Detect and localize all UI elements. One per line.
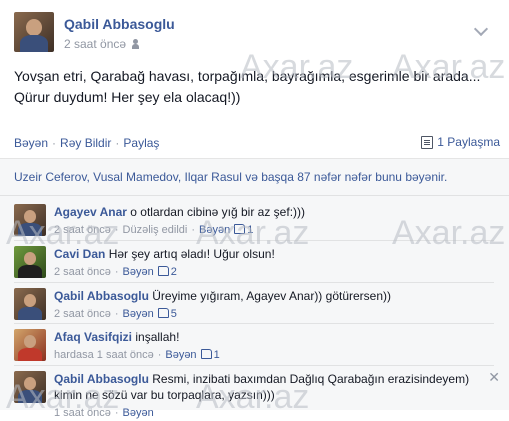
post-meta: 2 saat öncə <box>64 37 143 51</box>
commenter-avatar[interactable] <box>14 288 46 320</box>
post-text-line: Yovşan etri, Qarabağ havası, torpağımla,… <box>14 68 481 84</box>
comment-time[interactable]: hardasa 1 saat öncə <box>54 349 154 361</box>
divider <box>14 240 494 241</box>
comment-like-count[interactable]: 1 <box>214 349 220 361</box>
comment-time[interactable]: 2 saat öncə <box>54 308 111 320</box>
post-text-line: Qürur duydum! Her şey ela olacaq!)) <box>14 89 241 105</box>
chevron-down-icon[interactable] <box>473 21 489 37</box>
likes-summary: Uzeir Ceferov, Vusal Mamedov, Ilqar Rasu… <box>0 159 509 196</box>
post-text: Yovşan etri, Qarabağ havası, torpağımla,… <box>14 66 498 108</box>
comment-like-count[interactable]: 2 <box>171 266 177 278</box>
close-icon[interactable]: ✕ <box>488 369 500 386</box>
comment-time[interactable]: 2 saat öncə <box>54 224 111 236</box>
share-button[interactable]: Paylaş <box>123 136 159 150</box>
share-count-label: 1 Paylaşma <box>437 135 500 149</box>
edited-label[interactable]: Düzəliş edildi <box>123 224 188 236</box>
comment-button[interactable]: Rəy Bildir <box>60 136 111 150</box>
thumbs-up-icon <box>157 308 169 318</box>
divider <box>14 365 494 366</box>
commenter-name[interactable]: Qabil Abbasoglu <box>54 372 149 386</box>
comment-like-button[interactable]: Bəyən <box>123 266 154 278</box>
thumbs-up-icon <box>234 224 246 234</box>
thumbs-up-icon <box>200 349 212 359</box>
commenter-name[interactable]: Cavi Dan <box>54 247 105 261</box>
post-author[interactable]: Qabil Abbasoglu <box>64 16 175 32</box>
commenter-name[interactable]: Qabil Abbasoglu <box>54 289 149 303</box>
commenter-avatar[interactable] <box>14 371 46 403</box>
comment-text: kimin ne sözü var bu torpaqlara, yazsın)… <box>54 388 275 402</box>
commenter-avatar[interactable] <box>14 204 46 236</box>
commenter-avatar[interactable] <box>14 329 46 361</box>
comment-like-button[interactable]: Bəyən <box>123 308 154 320</box>
comment-text: inşallah! <box>135 330 180 344</box>
thumbs-up-icon <box>157 266 169 276</box>
post-time[interactable]: 2 saat öncə <box>64 37 126 51</box>
post-card: Qabil Abbasoglu 2 saat öncə Yovşan etri,… <box>0 0 509 419</box>
divider <box>14 323 494 324</box>
share-count[interactable]: 1 Paylaşma <box>421 135 500 149</box>
comment-time[interactable]: 2 saat öncə <box>54 266 111 278</box>
comment-text: Üreyime yığıram, Agayev Anar)) götürerse… <box>152 289 392 303</box>
like-button[interactable]: Bəyən <box>14 136 48 150</box>
commenter-avatar[interactable] <box>14 246 46 278</box>
author-avatar[interactable] <box>14 12 54 52</box>
comment-like-button[interactable]: Bəyən <box>165 349 196 361</box>
divider <box>14 282 494 283</box>
comment-text: Hər şey artıq əladı! Uğur olsun! <box>108 247 275 261</box>
commenter-name[interactable]: Agayev Anar <box>54 205 127 219</box>
share-icon <box>421 135 434 149</box>
likes-text[interactable]: Uzeir Ceferov, Vusal Mamedov, Ilqar Rasu… <box>14 170 447 184</box>
comment-time[interactable]: 1 saat öncə <box>54 407 111 419</box>
comment-like-button[interactable]: Bəyən <box>199 224 230 236</box>
post-actions: Bəyən · Rəy Bildir · Paylaş 1 Paylaşma <box>0 128 509 159</box>
comment-text: Resmi, inzibati baxımdan Dağlıq Qarabağı… <box>152 372 470 386</box>
comment-like-count[interactable]: 1 <box>247 224 253 236</box>
comment-text: o otlardan cibinə yığ bir az şef:))) <box>130 205 306 219</box>
comments-section: Agayev Anar o otlardan cibinə yığ bir az… <box>0 196 509 419</box>
comment-like-count[interactable]: 5 <box>171 308 177 320</box>
post-header: Qabil Abbasoglu 2 saat öncə <box>14 12 494 52</box>
commenter-name[interactable]: Afaq Vasifqizi <box>54 330 132 344</box>
comment-like-button[interactable]: Bəyən <box>123 407 154 419</box>
friends-audience-icon[interactable] <box>132 39 143 49</box>
